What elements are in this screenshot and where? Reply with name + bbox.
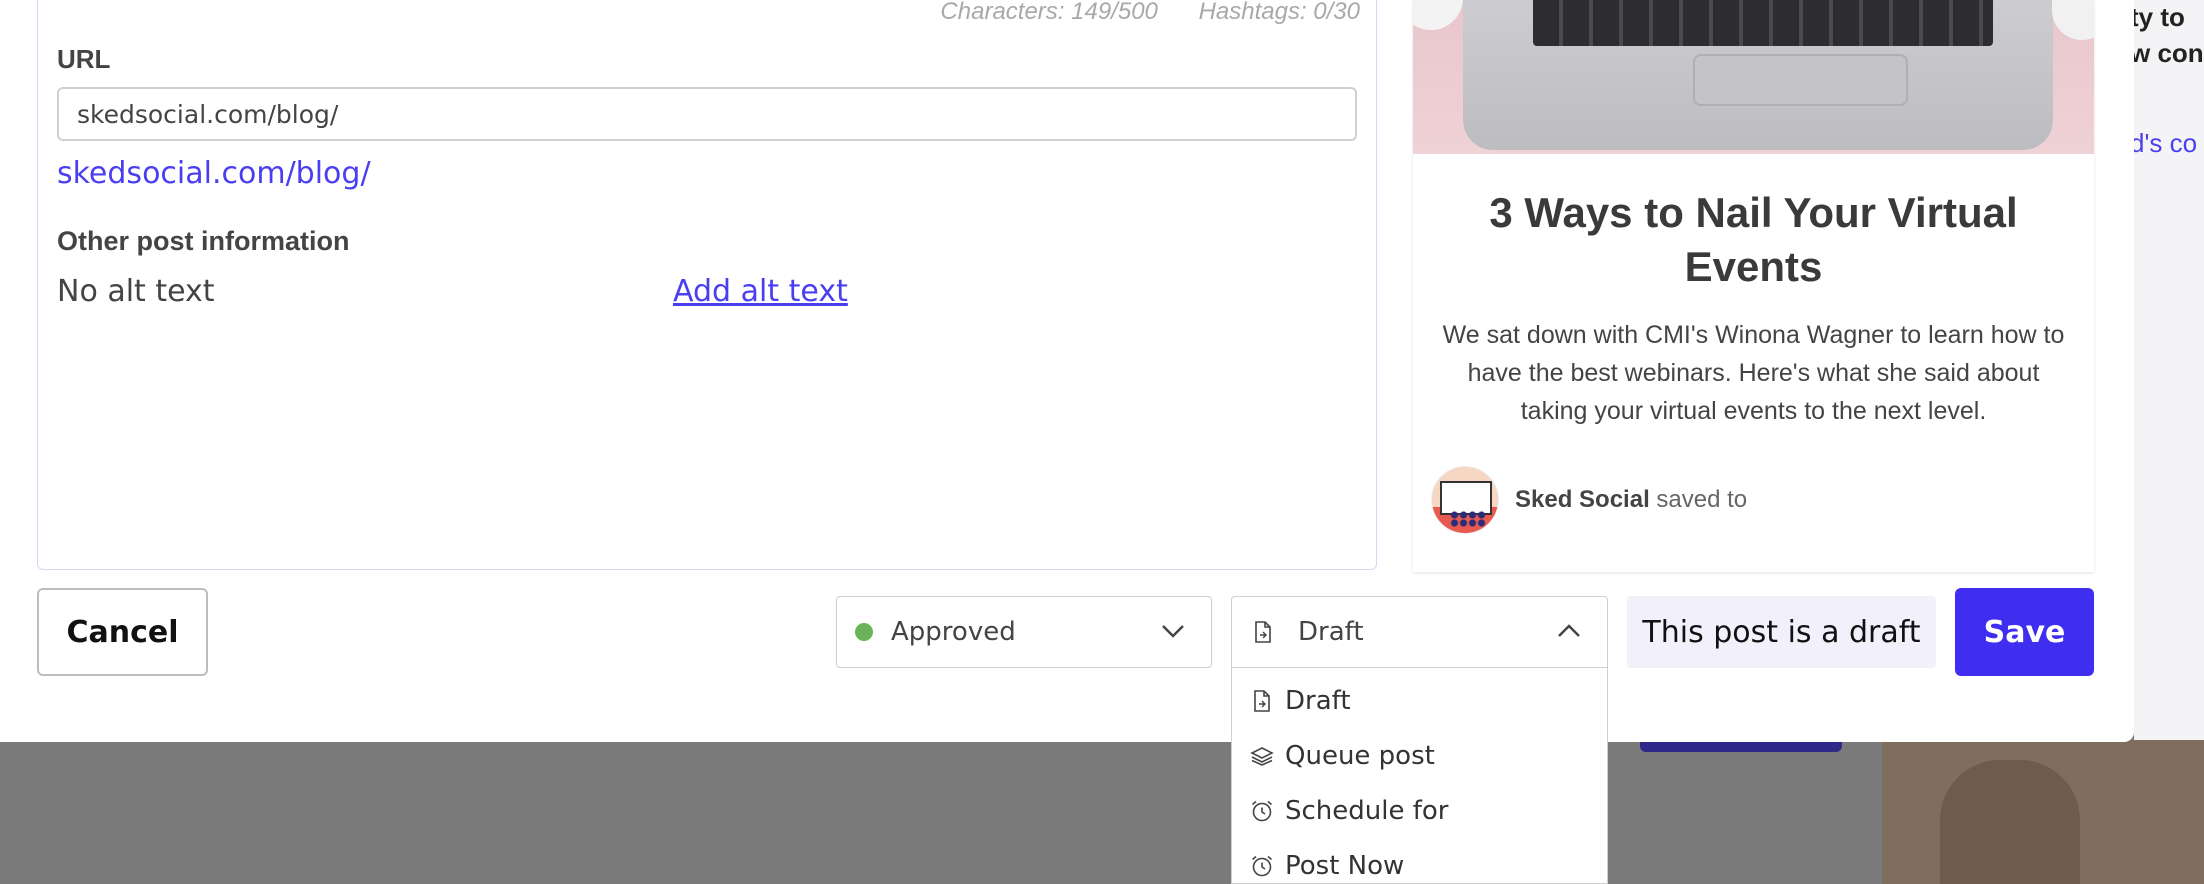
pin-preview-card: 3 Ways to Nail Your Virtual Events We sa… xyxy=(1413,0,2094,572)
status-dot-icon xyxy=(855,623,873,641)
preview-author: Sked Social saved to xyxy=(1431,466,1747,534)
background-text: w con xyxy=(2130,38,2204,68)
approval-status-select[interactable]: Approved xyxy=(836,596,1212,668)
avatar-shape xyxy=(1450,511,1486,527)
alarm-clock-icon xyxy=(1249,853,1275,879)
alarm-clock-icon xyxy=(1249,798,1275,824)
modal-overlay-shade xyxy=(1882,740,2204,884)
dropdown-item-post-now[interactable]: Post Now xyxy=(1232,838,1607,884)
post-type-select[interactable]: Draft xyxy=(1231,596,1608,668)
dropdown-item-queue-post[interactable]: Queue post xyxy=(1232,728,1607,783)
preview-title: 3 Ways to Nail Your Virtual Events xyxy=(1489,189,2018,290)
file-icon xyxy=(1249,688,1275,714)
draft-status-note: This post is a draft xyxy=(1627,596,1936,668)
alt-text-value: No alt text xyxy=(57,274,215,309)
cup-shape xyxy=(1413,0,1463,30)
preview-image xyxy=(1413,0,2094,154)
preview-description: We sat down with CMI's Winona Wagner to … xyxy=(1442,321,2065,425)
dropdown-item-label: Draft xyxy=(1285,685,1351,716)
cup-shape xyxy=(2052,0,2094,40)
trackpad-shape xyxy=(1693,54,1908,106)
layers-icon xyxy=(1249,743,1275,769)
url-link[interactable]: skedsocial.com/blog/ xyxy=(57,156,371,191)
background-link: d's co xyxy=(2130,128,2198,158)
background-text: ty to xyxy=(2130,2,2185,32)
post-details-panel: Characters: 149/500 Hashtags: 0/30 URL s… xyxy=(37,0,1377,570)
add-alt-text-link[interactable]: Add alt text xyxy=(673,274,848,309)
chevron-down-icon xyxy=(1162,625,1184,638)
avatar xyxy=(1431,466,1499,534)
approval-status-label: Approved xyxy=(891,617,1016,647)
cancel-button[interactable]: Cancel xyxy=(37,588,208,676)
keyboard-shape xyxy=(1533,0,1993,46)
laptop-shape xyxy=(1463,0,2053,150)
author-suffix: saved to xyxy=(1649,486,1748,513)
avatar-shape xyxy=(1440,481,1492,515)
file-icon xyxy=(1250,619,1276,645)
url-label: URL xyxy=(57,44,111,74)
edit-post-modal: Characters: 149/500 Hashtags: 0/30 URL s… xyxy=(0,0,2134,742)
other-post-info-heading: Other post information xyxy=(57,226,350,256)
post-type-dropdown: Draft Queue post Schedule for Post Now xyxy=(1231,668,1608,884)
save-button[interactable]: Save xyxy=(1955,588,2094,676)
post-type-label: Draft xyxy=(1298,617,1364,647)
url-input[interactable]: skedsocial.com/blog/ xyxy=(57,87,1357,141)
dropdown-item-label: Post Now xyxy=(1285,850,1405,881)
caption-counters: Characters: 149/500 Hashtags: 0/30 xyxy=(940,0,1360,26)
dropdown-item-schedule-for[interactable]: Schedule for xyxy=(1232,783,1607,838)
author-name: Sked Social xyxy=(1515,486,1650,513)
dropdown-item-label: Queue post xyxy=(1285,740,1435,771)
dropdown-item-label: Schedule for xyxy=(1285,795,1449,826)
hashtag-count: Hashtags: 0/30 xyxy=(1198,0,1360,25)
chevron-up-icon xyxy=(1558,624,1580,637)
dropdown-item-draft[interactable]: Draft xyxy=(1232,673,1607,728)
author-line: Sked Social saved to xyxy=(1515,486,1747,514)
character-count: Characters: 149/500 xyxy=(940,0,1158,25)
